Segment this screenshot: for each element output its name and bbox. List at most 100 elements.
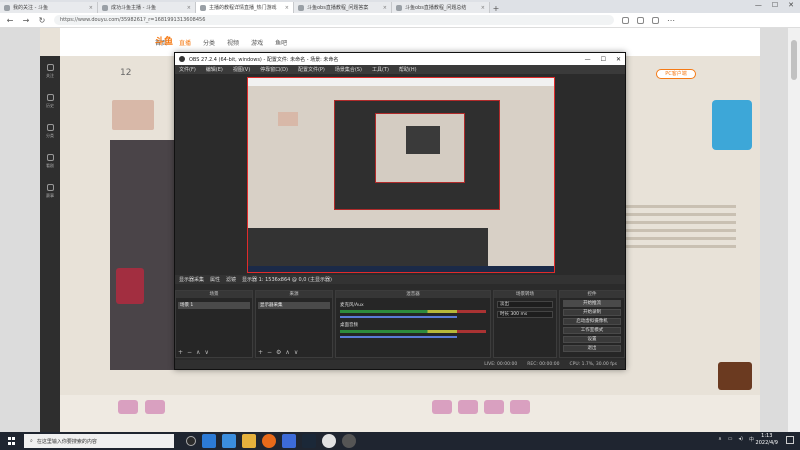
properties-button[interactable]: 属性 bbox=[210, 276, 220, 283]
menu-docks[interactable]: 停靠窗口(D) bbox=[260, 66, 288, 73]
gift-item[interactable] bbox=[484, 400, 504, 414]
site-logo[interactable]: 斗鱼 bbox=[155, 34, 173, 47]
input-language[interactable]: 中 bbox=[749, 436, 754, 443]
scrollbar-thumb[interactable] bbox=[791, 40, 797, 80]
controls-dock: 控件 开始推流 开始录制 启动虚拟摄像机 工作室模式 设置 退出 bbox=[559, 290, 625, 358]
reload-icon[interactable]: ↻ bbox=[38, 16, 46, 25]
new-tab-button[interactable]: + bbox=[490, 4, 502, 13]
menu-dots-icon[interactable]: ⋯ bbox=[667, 16, 675, 25]
dock-title: 场景 bbox=[176, 291, 252, 298]
announcement-panel bbox=[626, 200, 760, 270]
rail-item-events[interactable]: 赛事 bbox=[40, 176, 60, 206]
close-window-button[interactable]: ✕ bbox=[788, 1, 794, 9]
obs-close-button[interactable]: ✕ bbox=[616, 56, 621, 63]
browser-tab[interactable]: 成功斗鱼主播 - 斗鱼 × bbox=[98, 2, 196, 13]
filters-button[interactable]: 滤镜 bbox=[226, 276, 236, 283]
windows-start-icon[interactable] bbox=[4, 433, 20, 449]
gift-banner[interactable] bbox=[116, 268, 144, 304]
obs-maximize-button[interactable]: ☐ bbox=[601, 56, 606, 63]
gift-item[interactable] bbox=[145, 400, 165, 414]
collections-icon[interactable] bbox=[652, 16, 659, 24]
task-view-icon[interactable] bbox=[186, 436, 196, 446]
url-field[interactable]: https://www.douyu.com/3598261?_r=1681991… bbox=[54, 15, 614, 25]
edge-icon[interactable] bbox=[202, 434, 216, 448]
menu-scene-collection[interactable]: 场景集合(S) bbox=[335, 66, 362, 73]
obs-active-icon[interactable] bbox=[342, 434, 356, 448]
browser-tab[interactable]: 斗鱼obs直播教程_问题答案 × bbox=[294, 2, 392, 13]
extension-icon[interactable] bbox=[622, 16, 629, 24]
scene-item[interactable]: 场景 1 bbox=[178, 302, 250, 309]
nav-yuba[interactable]: 鱼吧 bbox=[275, 38, 287, 47]
virtual-camera-button[interactable]: 启动虚拟摄像机 bbox=[563, 318, 621, 325]
close-tab-icon[interactable]: × bbox=[285, 5, 289, 11]
menu-view[interactable]: 视图(V) bbox=[233, 66, 250, 73]
taskbar-search[interactable]: ⌕ 在这里输入你要搜索的内容 bbox=[24, 434, 174, 448]
display-select[interactable]: 显示器 1: 1536x864 @ 0,0 (主显示器) bbox=[242, 276, 332, 283]
menu-file[interactable]: 文件(F) bbox=[179, 66, 196, 73]
volume-slider[interactable] bbox=[340, 316, 457, 318]
rail-item-follow[interactable]: 关注 bbox=[40, 56, 60, 86]
close-tab-icon[interactable]: × bbox=[89, 5, 93, 11]
app-icon[interactable] bbox=[282, 434, 296, 448]
notification-icon[interactable] bbox=[786, 436, 794, 444]
menu-tools[interactable]: 工具(T) bbox=[372, 66, 389, 73]
obs-taskbar-icon[interactable] bbox=[322, 434, 336, 448]
obs-preview[interactable] bbox=[247, 77, 555, 273]
volume-slider[interactable] bbox=[340, 336, 457, 338]
mixer-track: 麦克风/Aux bbox=[340, 302, 486, 318]
transition-duration-field[interactable]: 时长 300 ms bbox=[497, 311, 553, 318]
start-recording-button[interactable]: 开始录制 bbox=[563, 309, 621, 316]
exit-button[interactable]: 退出 bbox=[563, 345, 621, 352]
browser-tab[interactable]: 斗鱼obs直播教程_问题总结 × bbox=[392, 2, 490, 13]
nav-video[interactable]: 视频 bbox=[227, 38, 239, 47]
transition-type-select[interactable]: 淡出 bbox=[497, 301, 553, 308]
favicon-icon bbox=[396, 4, 402, 11]
gift-item[interactable] bbox=[458, 400, 478, 414]
pc-client-button[interactable]: PC客户端 bbox=[656, 69, 696, 79]
nav-live[interactable]: 直播 bbox=[179, 38, 191, 47]
close-tab-icon[interactable]: × bbox=[187, 5, 191, 11]
maximize-button[interactable]: ☐ bbox=[772, 1, 778, 9]
close-tab-icon[interactable]: × bbox=[481, 5, 485, 11]
taskbar-clock[interactable]: 1:13 2022/4/9 bbox=[756, 433, 778, 447]
obs-minimize-button[interactable]: — bbox=[585, 56, 591, 63]
rail-label: 分类 bbox=[46, 132, 54, 138]
network-icon[interactable]: ▭ bbox=[728, 436, 733, 443]
source-actions[interactable]: +−⚙∧∨ bbox=[258, 349, 302, 356]
menu-help[interactable]: 帮助(H) bbox=[399, 66, 417, 73]
minimize-button[interactable]: — bbox=[755, 1, 762, 9]
source-name: 显示器采集 bbox=[179, 277, 205, 283]
gift-item[interactable] bbox=[118, 400, 138, 414]
source-item[interactable]: 显示器采集 bbox=[258, 302, 330, 309]
scene-actions[interactable]: +−∧∨ bbox=[178, 349, 213, 356]
streamer-avatar[interactable] bbox=[112, 100, 154, 130]
game-badge[interactable] bbox=[718, 362, 752, 390]
menu-profile[interactable]: 配置文件(P) bbox=[298, 66, 325, 73]
nav-game[interactable]: 游戏 bbox=[251, 38, 263, 47]
file-explorer-icon[interactable] bbox=[242, 434, 256, 448]
studio-mode-button[interactable]: 工作室模式 bbox=[563, 327, 621, 334]
back-arrow-icon[interactable]: ← bbox=[6, 16, 14, 25]
promo-banner[interactable] bbox=[712, 100, 752, 150]
start-streaming-button[interactable]: 开始推流 bbox=[563, 300, 621, 307]
rail-item-history[interactable]: 历史 bbox=[40, 86, 60, 116]
firefox-icon[interactable] bbox=[262, 434, 276, 448]
rail-item-category[interactable]: 分类 bbox=[40, 116, 60, 146]
favorites-icon[interactable] bbox=[637, 16, 644, 24]
chevron-up-icon[interactable]: ∧ bbox=[718, 436, 722, 443]
nav-category[interactable]: 分类 bbox=[203, 38, 215, 47]
browser-tab-active[interactable]: 主播的教程详情直播_热门游戏 × bbox=[196, 2, 294, 13]
gift-item[interactable] bbox=[510, 400, 530, 414]
sources-dock: 来源 显示器采集 +−⚙∧∨ bbox=[255, 290, 333, 358]
forward-arrow-icon[interactable]: → bbox=[22, 16, 30, 25]
settings-button[interactable]: 设置 bbox=[563, 336, 621, 343]
menu-edit[interactable]: 编辑(E) bbox=[206, 66, 223, 73]
close-tab-icon[interactable]: × bbox=[383, 5, 387, 11]
rail-item-shows[interactable]: 看剧 bbox=[40, 146, 60, 176]
steam-icon[interactable] bbox=[302, 434, 316, 448]
page-scrollbar[interactable] bbox=[788, 28, 800, 432]
browser-tab[interactable]: 我的关注 - 斗鱼 × bbox=[0, 2, 98, 13]
chrome-icon[interactable] bbox=[222, 434, 236, 448]
volume-icon[interactable]: ◂) bbox=[739, 436, 743, 443]
gift-item[interactable] bbox=[432, 400, 452, 414]
